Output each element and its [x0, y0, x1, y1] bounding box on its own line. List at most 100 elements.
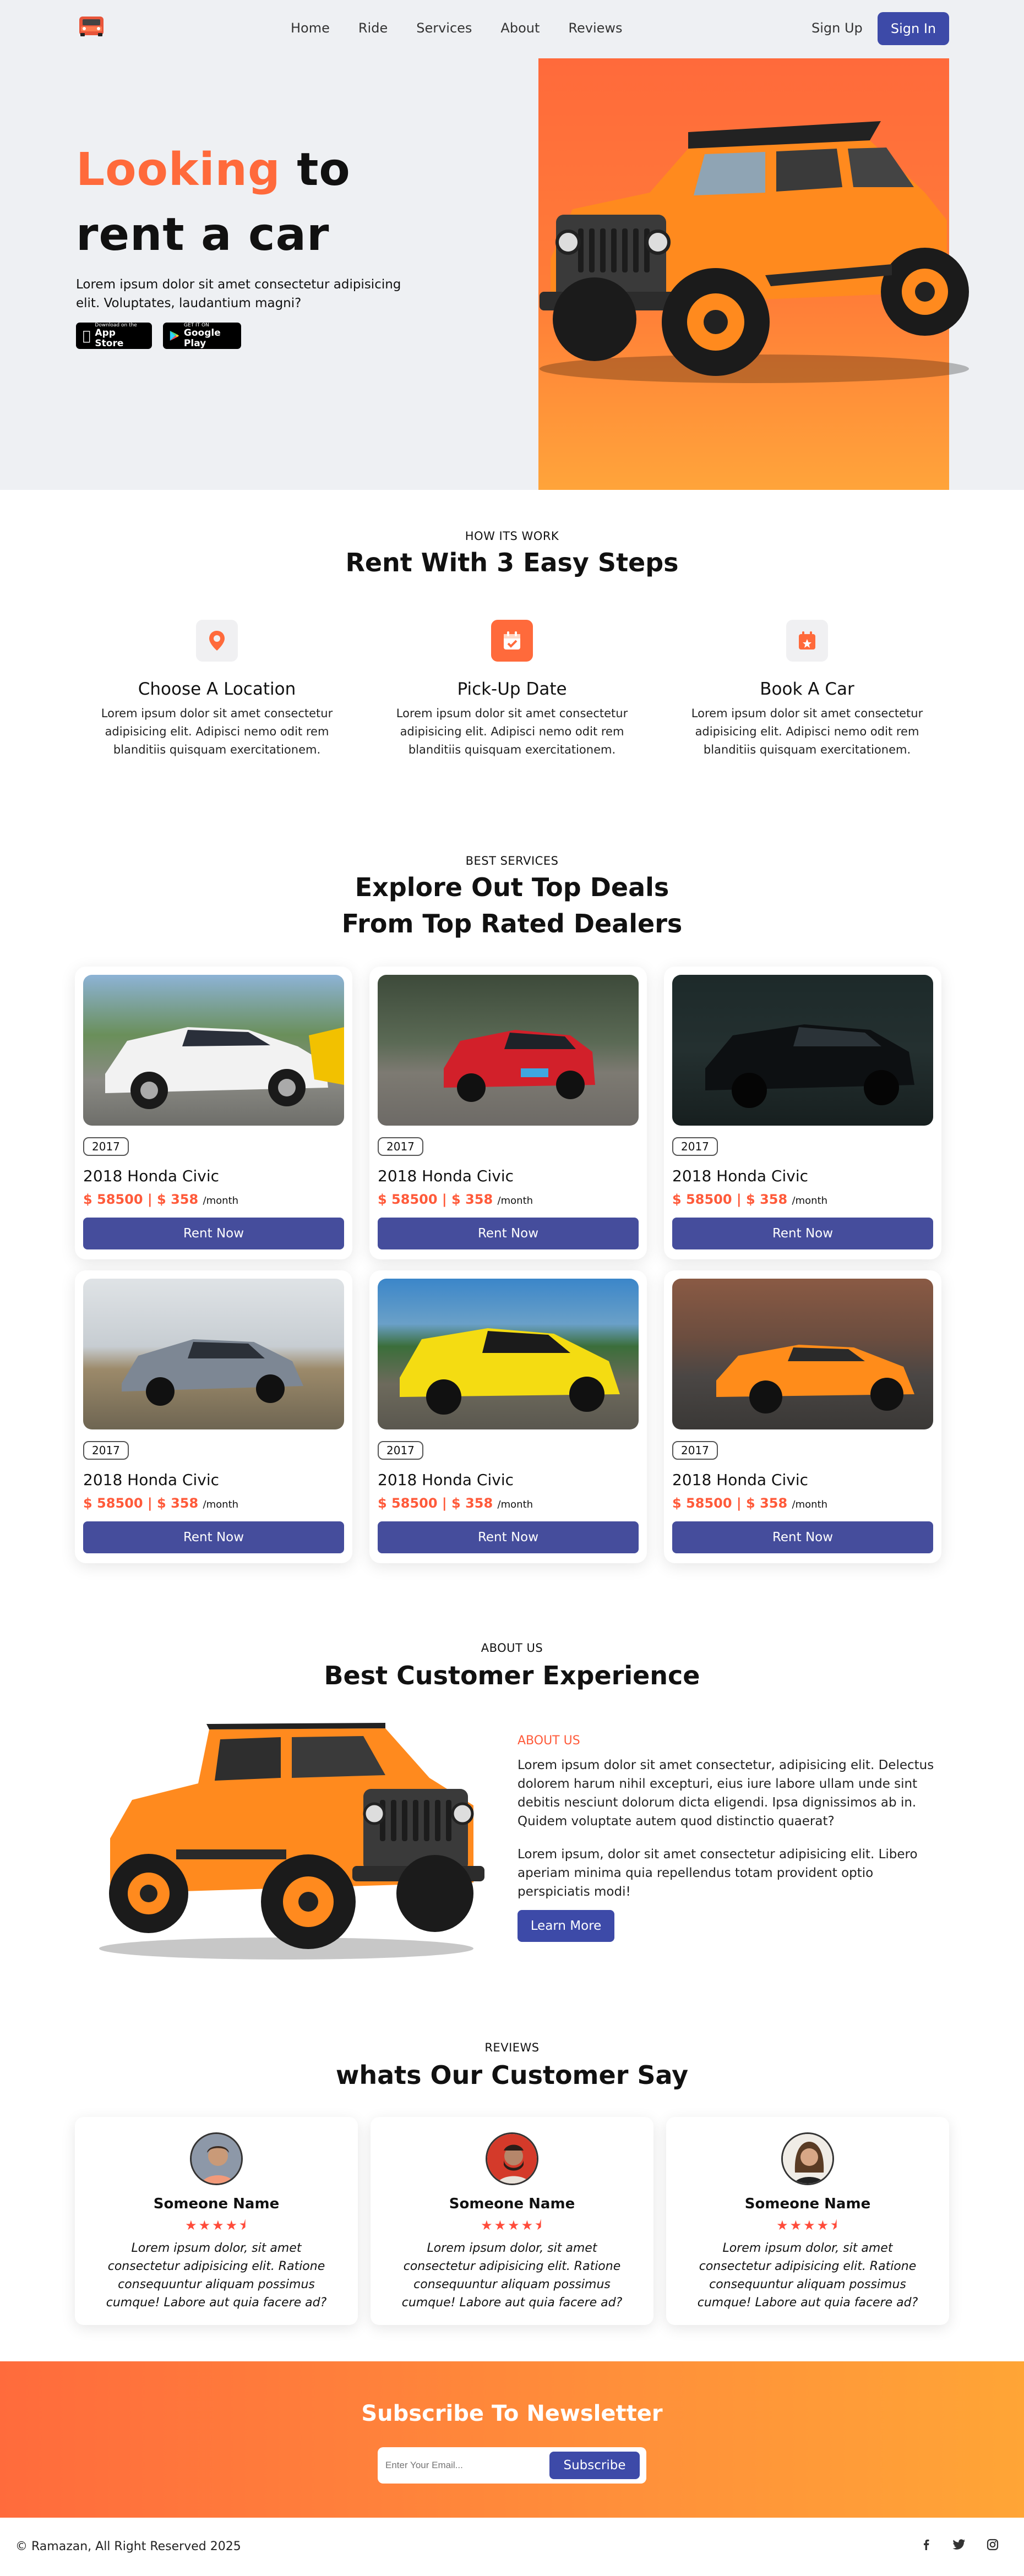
rent-now-button[interactable]: Rent Now	[83, 1218, 344, 1249]
newsletter-form: Subscribe	[378, 2447, 646, 2484]
price-period: /month	[203, 1195, 239, 1207]
car-name: 2018 Honda Civic	[83, 1167, 219, 1185]
calendar-star-icon	[786, 620, 828, 662]
year-badge: 2017	[83, 1441, 129, 1460]
star-rating: ★★★★⯨	[481, 2218, 543, 2233]
car-name: 2018 Honda Civic	[672, 1471, 808, 1489]
about-paragraph-1: Lorem ipsum dolor sit amet consectetur, …	[518, 1758, 934, 1829]
email-field[interactable]	[385, 2455, 551, 2476]
step-text: Lorem ipsum dolor sit amet consectetur a…	[396, 707, 628, 756]
step-title: Choose A Location	[138, 679, 296, 699]
review-card: Someone Name ★★★★⯨ Lorem ipsum dolor, si…	[75, 2117, 358, 2325]
about-paragraph-2: Lorem ipsum, dolor sit amet consectetur …	[518, 1847, 918, 1899]
nav-ride[interactable]: Ride	[358, 20, 388, 36]
step-book-car: Book A Car Lorem ipsum dolor sit amet co…	[680, 620, 934, 759]
year-badge: 2017	[672, 1137, 718, 1156]
step-text: Lorem ipsum dolor sit amet consectetur a…	[101, 707, 333, 756]
reviewer-name: Someone Name	[744, 2196, 871, 2212]
car-price: $ 58500 | $ 358 /month	[672, 1495, 827, 1513]
signin-button[interactable]: Sign In	[878, 12, 949, 45]
rent-now-button[interactable]: Rent Now	[672, 1521, 933, 1553]
car-card: 2017 2018 Honda Civic $ 58500 | $ 358 /m…	[75, 967, 352, 1259]
navbar: Home Ride Services About Reviews Sign Up…	[0, 0, 1024, 58]
google-play-main: Google Play	[183, 328, 221, 349]
reviewer-name: Someone Name	[449, 2196, 575, 2212]
car-name: 2018 Honda Civic	[83, 1471, 219, 1489]
hero-description: Lorem ipsum dolor sit amet consectetur a…	[76, 277, 401, 310]
reviews-title: whats Our Customer Say	[335, 2060, 689, 2090]
apple-icon: 	[83, 328, 90, 343]
services-title-line2: From Top Rated Dealers	[341, 909, 683, 938]
calendar-check-icon	[491, 620, 533, 662]
rent-now-button[interactable]: Rent Now	[378, 1218, 639, 1249]
step-title: Pick-Up Date	[457, 679, 567, 699]
price-value: $ 58500 | $ 358	[378, 1192, 493, 1207]
hero-title-highlight: Looking	[76, 144, 281, 196]
car-card: 2017 2018 Honda Civic $ 58500 | $ 358 /m…	[75, 1270, 352, 1563]
app-store-main: App Store	[87, 328, 140, 349]
star-rating: ★★★★⯨	[185, 2218, 248, 2233]
car-image-white-civic	[83, 975, 344, 1126]
nav-reviews[interactable]: Reviews	[568, 20, 622, 36]
instagram-icon[interactable]	[987, 2539, 999, 2554]
rent-now-button[interactable]: Rent Now	[378, 1521, 639, 1553]
car-card: 2017 2018 Honda Civic $ 58500 | $ 358 /m…	[664, 1270, 941, 1563]
avatar	[781, 2132, 834, 2185]
logo-car-icon[interactable]	[76, 13, 107, 39]
signup-link[interactable]: Sign Up	[811, 20, 863, 36]
car-price: $ 58500 | $ 358 /month	[378, 1495, 533, 1513]
about-kicker: ABOUT US	[481, 1641, 543, 1655]
learn-more-button[interactable]: Learn More	[518, 1910, 614, 1942]
car-price: $ 58500 | $ 358 /month	[672, 1191, 827, 1209]
how-title: Rent With 3 Easy Steps	[345, 548, 679, 577]
google-play-icon	[170, 331, 179, 341]
how-kicker: HOW ITS WORK	[465, 530, 559, 543]
hero-title-line2: rent a car	[76, 209, 330, 261]
facebook-icon[interactable]	[920, 2539, 933, 2554]
app-store-text: Download on the App Store	[95, 323, 145, 349]
google-play-badge[interactable]: GET IT ON Google Play	[163, 323, 241, 349]
hero-section: Home Ride Services About Reviews Sign Up…	[0, 0, 1024, 490]
star-rating: ★★★★⯨	[776, 2218, 839, 2233]
hero-title-word: to	[297, 144, 351, 196]
car-name: 2018 Honda Civic	[378, 1167, 514, 1185]
main-menu: Home Ride Services About Reviews	[291, 20, 651, 36]
about-title: Best Customer Experience	[324, 1661, 700, 1690]
google-play-text: GET IT ON Google Play	[184, 323, 235, 349]
nav-about[interactable]: About	[500, 20, 540, 36]
price-value: $ 58500 | $ 358	[672, 1496, 788, 1511]
price-period: /month	[792, 1195, 828, 1207]
price-value: $ 58500 | $ 358	[83, 1496, 199, 1511]
nav-services[interactable]: Services	[416, 20, 472, 36]
rent-now-button[interactable]: Rent Now	[83, 1521, 344, 1553]
step-choose-location: Choose A Location Lorem ipsum dolor sit …	[90, 620, 344, 759]
car-card: 2017 2018 Honda Civic $ 58500 | $ 358 /m…	[664, 967, 941, 1259]
car-name: 2018 Honda Civic	[672, 1167, 808, 1185]
car-card: 2017 2018 Honda Civic $ 58500 | $ 358 /m…	[369, 1270, 647, 1563]
car-price: $ 58500 | $ 358 /month	[83, 1495, 238, 1513]
car-price: $ 58500 | $ 358 /month	[378, 1191, 533, 1209]
hero-jeep-image	[540, 121, 969, 383]
twitter-icon[interactable]	[952, 2539, 966, 2554]
location-pin-icon	[196, 620, 238, 662]
copyright-text: © Ramazan, All Right Reserved 2025	[15, 2540, 241, 2553]
review-text: Lorem ipsum dolor, sit amet consectetur …	[106, 2241, 327, 2310]
review-card: Someone Name ★★★★⯨ Lorem ipsum dolor, si…	[371, 2117, 653, 2325]
price-value: $ 58500 | $ 358	[378, 1496, 493, 1511]
car-image-grey-civic	[83, 1279, 344, 1429]
services-title-line1: Explore Out Top Deals	[355, 872, 669, 902]
car-image-red-civic	[378, 975, 639, 1126]
rent-now-button[interactable]: Rent Now	[672, 1218, 933, 1249]
app-store-badge[interactable]:  Download on the App Store	[76, 323, 152, 349]
about-jeep-image	[99, 1723, 484, 1960]
subscribe-button[interactable]: Subscribe	[549, 2452, 640, 2479]
step-title: Book A Car	[760, 679, 854, 699]
car-image-orange-porsche	[672, 1279, 933, 1429]
footer: © Ramazan, All Right Reserved 2025	[0, 2518, 1024, 2576]
car-name: 2018 Honda Civic	[378, 1471, 514, 1489]
services-kicker: BEST SERVICES	[465, 854, 559, 867]
year-badge: 2017	[83, 1137, 129, 1156]
step-pickup-date: Pick-Up Date Lorem ipsum dolor sit amet …	[385, 620, 639, 759]
nav-home[interactable]: Home	[291, 20, 330, 36]
price-period: /month	[792, 1499, 828, 1510]
